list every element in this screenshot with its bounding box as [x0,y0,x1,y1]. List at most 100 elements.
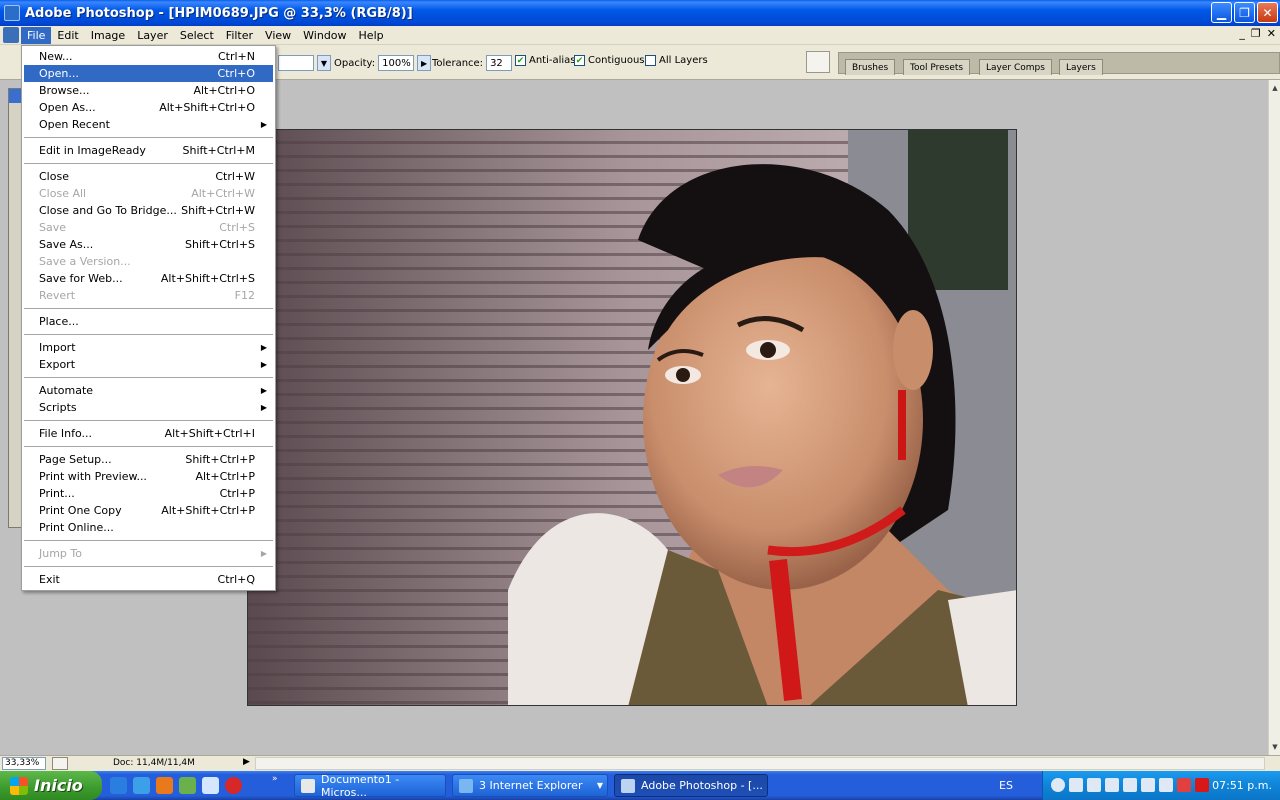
file-menu-item-page-setup[interactable]: Page Setup... Shift+Ctrl+P [24,451,273,468]
file-menu-item-save-for-web[interactable]: Save for Web... Alt+Shift+Ctrl+S [24,270,273,287]
menu-view[interactable]: View [259,27,297,44]
opacity-slider-arrow[interactable]: ▶ [417,55,432,71]
contiguous-label: Contiguous [588,55,645,66]
image-canvas[interactable] [247,129,1017,706]
menu-item-label: Print Online... [39,521,114,534]
status-arrow-icon[interactable]: ▶ [243,757,250,767]
menu-item-label: Import [39,341,76,354]
ie-icon[interactable] [110,777,127,794]
file-menu-item-save-as[interactable]: Save As... Shift+Ctrl+S [24,236,273,253]
menu-window[interactable]: Window [297,27,352,44]
toolbox-palette[interactable] [8,88,22,528]
menu-item-label: Save [39,221,67,234]
tab-layer-comps[interactable]: Layer Comps [979,59,1052,75]
file-menu-item-open-recent[interactable]: Open Recent ▶ [24,116,273,133]
tray-antivirus-icon[interactable] [1195,778,1209,792]
submenu-arrow-icon: ▶ [260,386,267,395]
menu-separator [24,308,273,309]
photoshop-app-icon[interactable] [4,5,20,21]
tray-user-icon[interactable] [1123,778,1137,792]
menu-file[interactable]: File [21,26,52,44]
file-menu-item-open-as[interactable]: Open As... Alt+Shift+Ctrl+O [24,99,273,116]
file-menu-item-print-one-copy[interactable]: Print One Copy Alt+Shift+Ctrl+P [24,502,273,519]
quick-launch-overflow-icon[interactable]: » [272,774,278,784]
minimize-button[interactable]: ▁ [1211,2,1232,23]
document-icon[interactable] [3,27,19,43]
title-bar: Adobe Photoshop - [HPIM0689.JPG @ 33,3% … [0,0,1280,26]
zoom-input[interactable]: 33,33% [2,757,46,770]
clock[interactable]: 07:51 p.m. [1212,779,1272,792]
menu-edit[interactable]: Edit [51,27,84,44]
taskbar: Inicio » Documento1 - Micros... 3 Intern… [0,771,1280,800]
tray-disconnect-icon[interactable] [1177,778,1191,792]
messenger-icon[interactable] [179,777,196,794]
maximize-button[interactable]: ❐ [1234,2,1255,23]
menu-item-label: Jump To [39,547,82,560]
mode-dropdown-arrow[interactable]: ▼ [317,55,331,71]
file-menu-item-exit[interactable]: Exit Ctrl+Q [24,571,273,588]
firefox-icon[interactable] [156,777,173,794]
menu-select[interactable]: Select [174,27,220,44]
horizontal-scrollbar[interactable] [255,757,1265,770]
close-button[interactable]: ✕ [1257,2,1278,23]
all-layers-label: All Layers [659,55,708,66]
windows-logo-icon [10,776,28,795]
file-menu-item-automate[interactable]: Automate ▶ [24,382,273,399]
file-menu-item-export[interactable]: Export ▶ [24,356,273,373]
file-menu-item-browse[interactable]: Browse... Alt+Ctrl+O [24,82,273,99]
doc-minimize-button[interactable]: _ [1239,27,1245,40]
contiguous-checkbox[interactable]: ✔ [574,55,585,66]
tab-layers[interactable]: Layers [1059,59,1103,75]
tray-network-icon[interactable] [1069,778,1083,792]
network-icon[interactable] [202,777,219,794]
file-menu-item-print[interactable]: Print... Ctrl+P [24,485,273,502]
toggle-palettes-icon[interactable] [806,51,830,73]
file-menu-item-import[interactable]: Import ▶ [24,339,273,356]
start-button[interactable]: Inicio [0,771,102,800]
tab-brushes[interactable]: Brushes [845,59,896,75]
menu-item-label: Close [39,170,69,183]
file-menu-item-print-online[interactable]: Print Online... [24,519,273,536]
menu-image[interactable]: Image [85,27,131,44]
file-menu-item-open[interactable]: Open... Ctrl+O [24,65,273,82]
file-menu-item-print-with-preview[interactable]: Print with Preview... Alt+Ctrl+P [24,468,273,485]
tray-app-icon[interactable] [1087,778,1101,792]
all-layers-checkbox[interactable] [645,55,656,66]
tray-monitor-icon[interactable] [1105,778,1119,792]
antialias-checkbox[interactable]: ✔ [515,55,526,66]
mode-select[interactable] [278,55,314,71]
tray-refresh-icon[interactable] [1141,778,1155,792]
menu-separator [24,566,273,567]
tolerance-input[interactable]: 32 [486,55,513,71]
doc-close-button[interactable]: ✕ [1267,27,1276,40]
menu-item-shortcut: Alt+Ctrl+O [193,84,255,97]
file-menu-item-close[interactable]: Close Ctrl+W [24,168,273,185]
menu-help[interactable]: Help [353,27,390,44]
file-menu-item-place[interactable]: Place... [24,313,273,330]
vertical-scrollbar[interactable]: ▲ ▼ [1268,80,1280,755]
file-menu-item-scripts[interactable]: Scripts ▶ [24,399,273,416]
file-menu-item-file-info[interactable]: File Info... Alt+Shift+Ctrl+I [24,425,273,442]
menu-separator [24,137,273,138]
tab-tool-presets[interactable]: Tool Presets [903,59,971,75]
explorer-icon[interactable] [133,777,150,794]
tray-signal-icon[interactable] [1159,778,1173,792]
menu-filter[interactable]: Filter [220,27,259,44]
opacity-label: Opacity: [334,57,376,69]
opacity-input[interactable]: 100% [378,55,415,71]
scroll-down-icon[interactable]: ▼ [1269,741,1280,753]
file-menu-item-new[interactable]: New... Ctrl+N [24,48,273,65]
file-menu-item-edit-in-imageready[interactable]: Edit in ImageReady Shift+Ctrl+M [24,142,273,159]
doc-restore-button[interactable]: ❐ [1251,27,1261,40]
task-documento1[interactable]: Documento1 - Micros... [294,773,446,799]
task-photoshop[interactable]: Adobe Photoshop - [... [614,774,768,797]
tray-chevron-icon[interactable] [1051,778,1065,792]
file-menu-item-close-and-go-to-bridge[interactable]: Close and Go To Bridge... Shift+Ctrl+W [24,202,273,219]
menu-layer[interactable]: Layer [131,27,174,44]
menu-item-label: Automate [39,384,94,397]
scroll-up-icon[interactable]: ▲ [1269,82,1280,94]
status-menu-icon[interactable] [52,757,68,770]
language-indicator[interactable]: ES [999,779,1013,792]
task-internet-explorer[interactable]: 3 Internet Explorer ▼ [452,774,608,797]
opera-icon[interactable] [225,777,242,794]
